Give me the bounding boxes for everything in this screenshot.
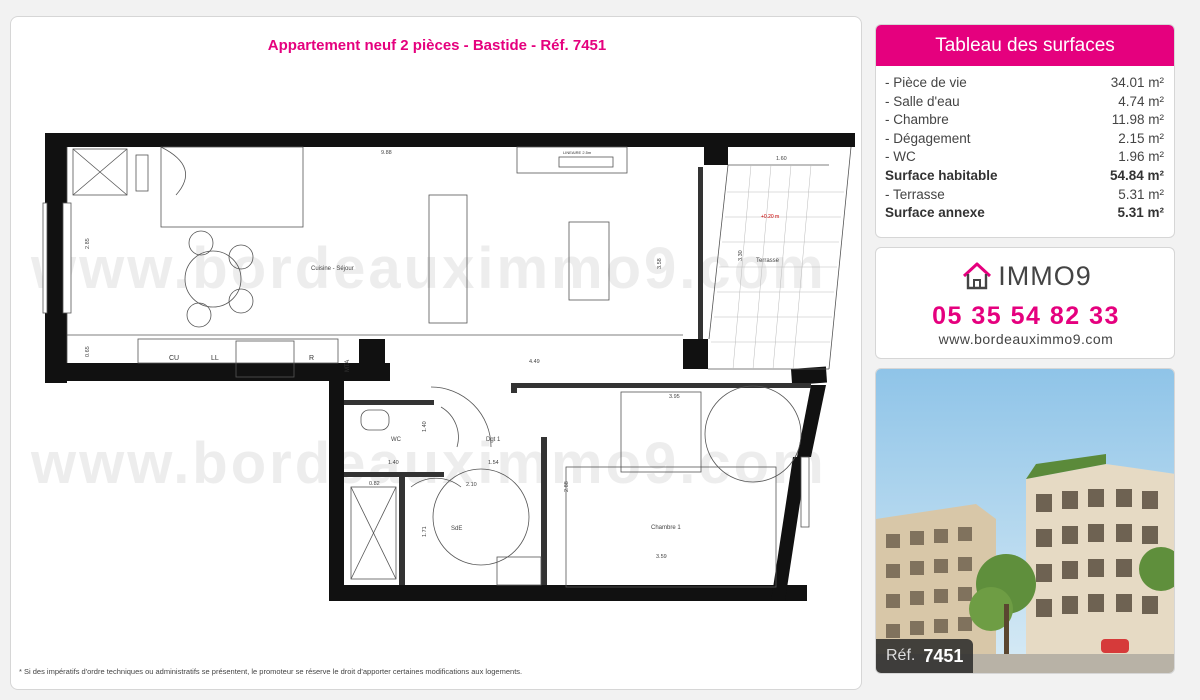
- surface-row: - WC 1.96 m²: [885, 148, 1164, 167]
- logo-text: IMMO9: [998, 260, 1092, 291]
- terrace-tiles: [711, 164, 844, 370]
- room-label-wc: WC: [391, 437, 402, 443]
- surface-value: 4.74 m²: [1118, 93, 1164, 109]
- room-label-terrasse: Terrasse: [756, 258, 780, 264]
- exterior-walls: [45, 133, 855, 601]
- surfaces-list: - Pièce de vie 34.01 m² - Salle d'eau 4.…: [876, 66, 1174, 223]
- phone-number[interactable]: 05 35 54 82 33: [876, 302, 1176, 331]
- dim-140a: 1.40: [422, 421, 428, 432]
- surface-label: - Dégagement: [885, 130, 971, 146]
- dim-140b: 1.40: [388, 460, 399, 466]
- dim-285: 2.85: [85, 238, 91, 249]
- surface-row: - Terrasse 5.31 m²: [885, 186, 1164, 205]
- fixture-lineaire: LINEAIRE 2.5m: [563, 150, 592, 155]
- floor-plan-drawing: Cuisine - Séjour Terrasse WC Dgt 1 SdE C…: [42, 133, 855, 601]
- website-link[interactable]: www.bordeauximmo9.com: [876, 331, 1176, 347]
- surface-label: - WC: [885, 149, 916, 165]
- surfaces-panel: Tableau des surfaces - Pièce de vie 34.0…: [875, 24, 1175, 238]
- dimensions: 9.88 1.60 2.85 3.58 3.30 0.65 4.49 3.95 …: [85, 150, 787, 560]
- interior-walls: [344, 167, 811, 585]
- fixture-cu: CU: [169, 355, 179, 362]
- contact-panel: IMMO9 05 35 54 82 33 www.bordeauximmo9.c…: [875, 247, 1175, 359]
- room-label-dgt: Dgt 1: [486, 437, 501, 443]
- layout-lines: [66, 146, 852, 378]
- building-photo: Réf. 7451: [875, 368, 1175, 674]
- surface-row-total-annexe: Surface annexe 5.31 m²: [885, 204, 1164, 223]
- surface-row: - Pièce de vie 34.01 m²: [885, 74, 1164, 93]
- reference-label: Réf.: [886, 647, 916, 664]
- dim-358: 3.58: [657, 258, 663, 269]
- agency-logo[interactable]: IMMO9: [876, 260, 1176, 292]
- reference-badge: Réf. 7451: [876, 639, 974, 673]
- fixture-mta: MTA: [345, 360, 351, 372]
- surface-label: - Terrasse: [885, 186, 945, 202]
- surface-value: 11.98 m²: [1111, 112, 1164, 128]
- dim-288: 2.88: [564, 481, 570, 492]
- house-logo-icon: [963, 262, 992, 290]
- surface-row-total-habitable: Surface habitable 54.84 m²: [885, 167, 1164, 186]
- dining-table: [184, 230, 254, 328]
- fixture-r: R: [309, 355, 314, 362]
- disclaimer-note: * Si des impératifs d'ordre techniques o…: [19, 667, 523, 676]
- surface-value: 2.15 m²: [1118, 130, 1164, 146]
- floor-plan-panel: Appartement neuf 2 pièces - Bastide - Ré…: [10, 16, 862, 690]
- reference-number: 7451: [923, 645, 964, 666]
- surface-label: - Pièce de vie: [885, 75, 967, 90]
- surface-value: 34.01 m²: [1110, 75, 1164, 90]
- surface-value: 54.84 m²: [1109, 167, 1164, 183]
- surface-row: - Dégagement 2.15 m²: [885, 130, 1164, 149]
- surface-row: - Chambre 11.98 m²: [885, 111, 1164, 130]
- dim-210: 2.10: [466, 482, 477, 488]
- surfaces-title: Tableau des surfaces: [876, 25, 1174, 66]
- dim-160: 1.60: [776, 156, 787, 162]
- dim-065: 0.65: [85, 346, 91, 357]
- room-label-sejour: Cuisine - Séjour: [311, 266, 354, 272]
- surface-label: - Salle d'eau: [885, 93, 960, 109]
- surface-value: 5.31 m²: [1118, 186, 1164, 202]
- surface-label: Surface habitable: [885, 167, 998, 183]
- dim-082: 0.82: [369, 481, 380, 487]
- surface-value: 5.31 m²: [1117, 205, 1164, 221]
- dim-359: 3.59: [656, 554, 667, 560]
- dim-988: 9.88: [381, 150, 392, 156]
- building-illustration: [876, 369, 1174, 673]
- fixture-ll: LL: [211, 355, 219, 362]
- surface-row: - Salle d'eau 4.74 m²: [885, 93, 1164, 112]
- level-note: +0.20 m: [761, 214, 779, 220]
- surface-label: - Chambre: [885, 112, 949, 128]
- dim-171: 1.71: [422, 526, 428, 537]
- room-label-chambre: Chambre 1: [651, 525, 681, 531]
- dim-395: 3.95: [669, 394, 680, 400]
- dim-449: 4.49: [529, 359, 540, 365]
- room-label-sde: SdE: [451, 526, 462, 532]
- surface-label: Surface annexe: [885, 205, 985, 221]
- surface-value: 1.96 m²: [1118, 149, 1164, 165]
- dim-154: 1.54: [488, 460, 499, 466]
- dim-330: 3.30: [738, 250, 744, 261]
